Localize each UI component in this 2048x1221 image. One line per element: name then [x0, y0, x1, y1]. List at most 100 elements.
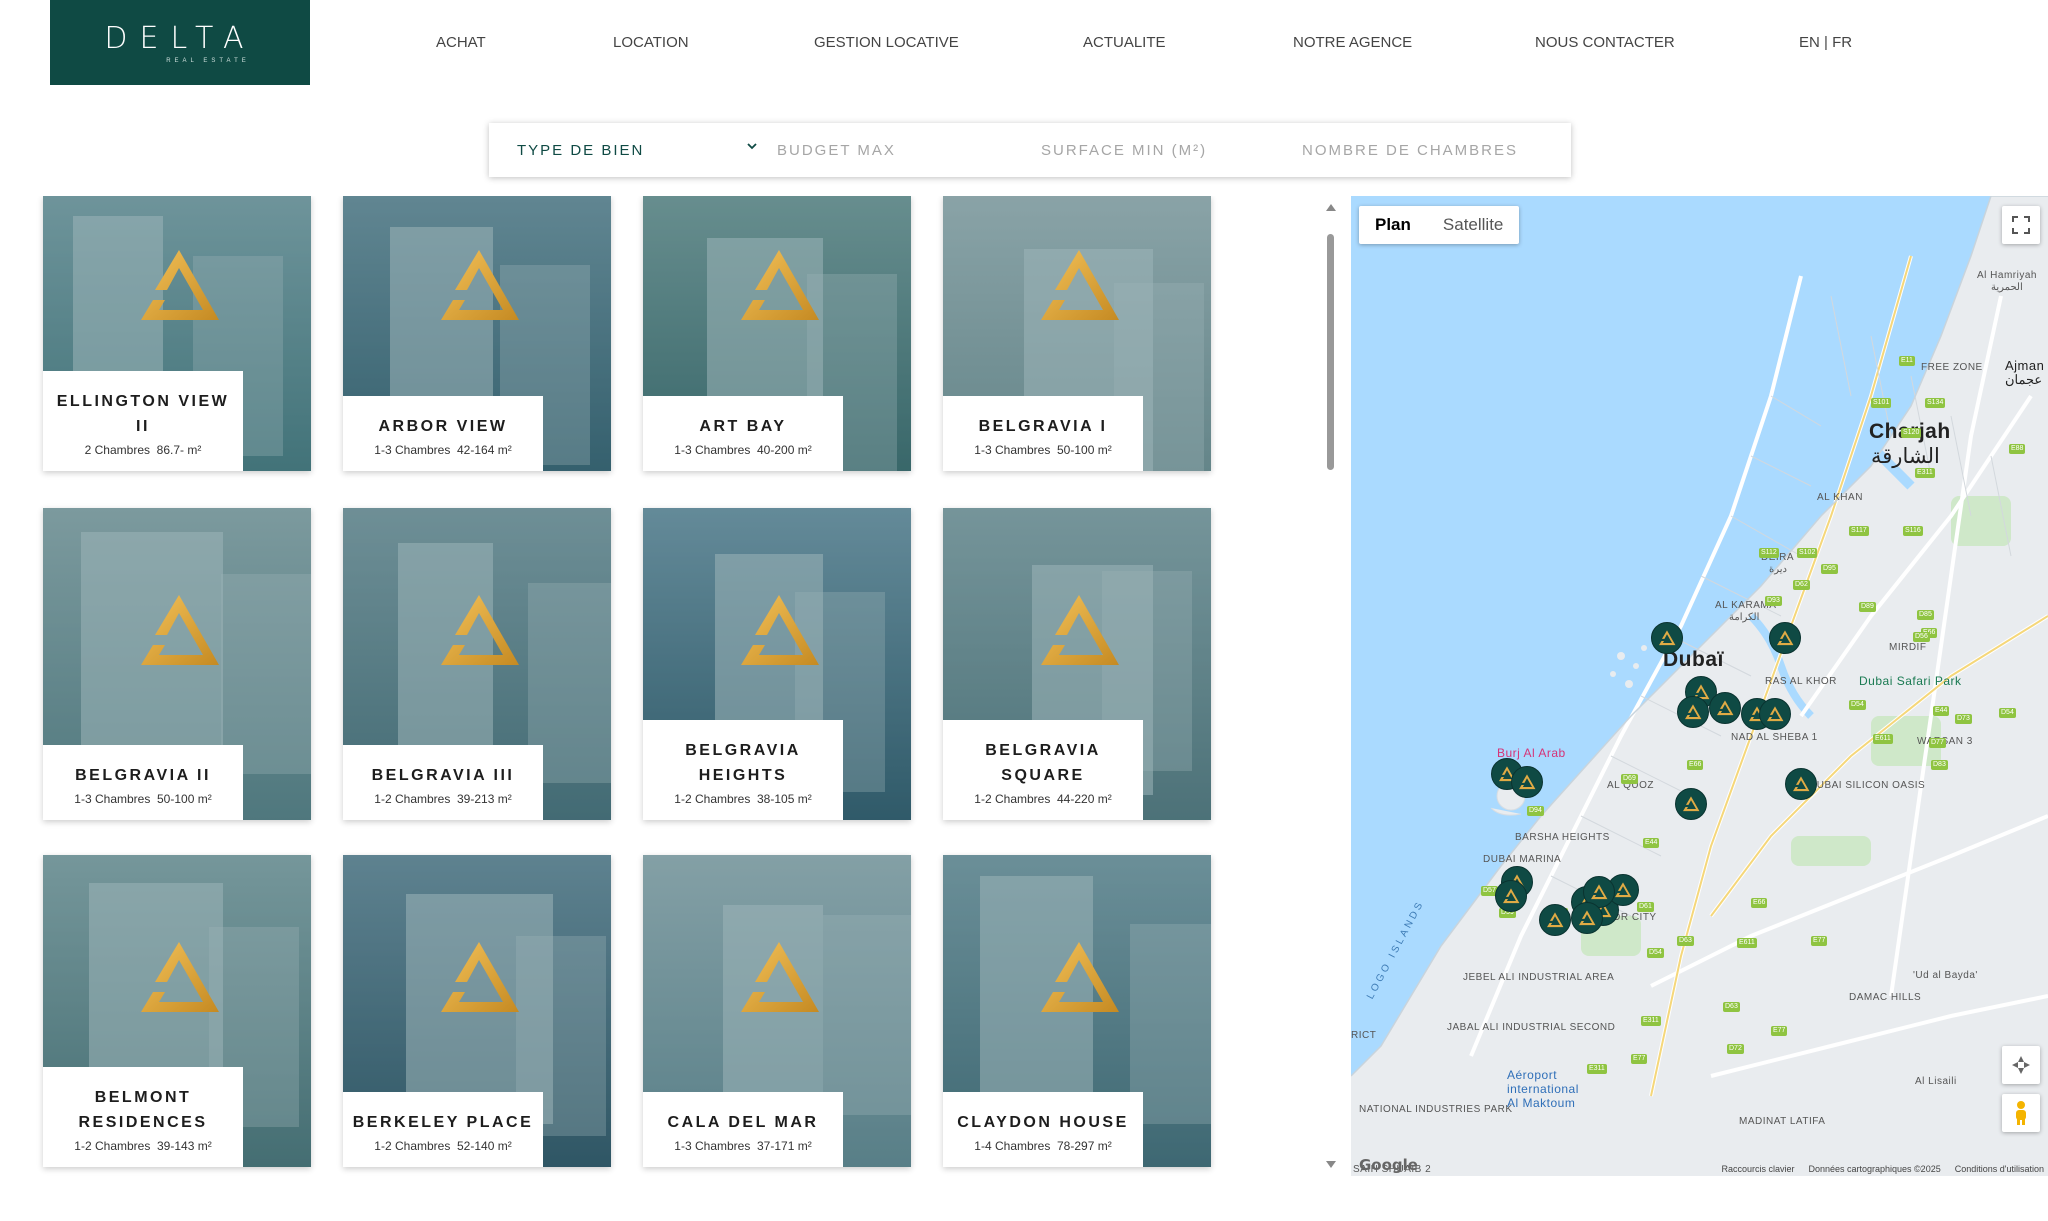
property-marker[interactable] [1785, 768, 1817, 800]
listing-card[interactable]: BELGRAVIA II 1-3 Chambres 50-100 m² [43, 508, 311, 820]
delta-logo-icon [141, 942, 219, 1012]
listing-card[interactable]: BELGRAVIA HEIGHTS 1-2 Chambres 38-105 m² [643, 508, 911, 820]
road-shield: E611 [1737, 938, 1757, 948]
road-shield: E77 [1771, 1026, 1788, 1036]
listing-card[interactable]: BERKELEY PLACE 1-2 Chambres 52-140 m² [343, 855, 611, 1167]
map-satellite-button[interactable]: Satellite [1427, 206, 1519, 244]
listing-area: 50-100 m² [157, 792, 212, 806]
road-shield: D61 [1637, 902, 1654, 912]
lang-fr[interactable]: FR [1832, 34, 1852, 51]
property-type-select[interactable]: TYPE DE BIEN [517, 123, 757, 177]
road-shield: D69 [1621, 774, 1638, 784]
listing-card[interactable]: ART BAY 1-3 Chambres 40-200 m² [643, 196, 911, 471]
property-marker[interactable] [1675, 788, 1707, 820]
listing-card[interactable]: CALA DEL MAR 1-3 Chambres 37-171 m² [643, 855, 911, 1167]
keyboard-shortcuts-link[interactable]: Raccourcis clavier [1721, 1164, 1794, 1174]
scroll-thumb[interactable] [1327, 234, 1334, 470]
search-bar: TYPE DE BIEN [489, 123, 1571, 177]
map-rotate-button[interactable] [2002, 1046, 2040, 1084]
delta-marker-icon [1777, 630, 1794, 646]
listing-rooms: 1-2 Chambres [374, 792, 451, 806]
property-marker[interactable] [1539, 904, 1571, 936]
listing-meta: 2 Chambres 86.7- m² [47, 443, 239, 457]
listing-scrollbar[interactable] [1322, 196, 1338, 1176]
map-label-safari-park: Dubai Safari Park [1859, 674, 1962, 688]
listing-card[interactable]: ELLINGTON VIEW II 2 Chambres 86.7- m² [43, 196, 311, 471]
map-label-sharjah-ar: الشارقة [1871, 445, 1940, 468]
map-label-jabal-ali-second: JABAL ALI INDUSTRIAL SECOND [1447, 1022, 1616, 1033]
map[interactable]: Plan Satellite Al Hamriyah الحمرية FREE … [1351, 196, 2048, 1176]
listing-label: BELGRAVIA III 1-2 Chambres 39-213 m² [343, 745, 543, 820]
nav-nous-contacter[interactable]: NOUS CONTACTER [1535, 34, 1675, 51]
road-shield: D94 [1527, 806, 1544, 816]
property-marker[interactable] [1709, 692, 1741, 724]
property-marker[interactable] [1511, 766, 1543, 798]
delta-marker-icon [1503, 888, 1520, 904]
fullscreen-button[interactable] [2002, 206, 2040, 244]
listing-meta: 1-4 Chambres 78-297 m² [947, 1139, 1139, 1153]
rooms-input[interactable] [1302, 141, 1542, 159]
road-shield: D93 [1765, 596, 1782, 606]
scroll-down-arrow-icon[interactable] [1326, 1161, 1336, 1168]
budget-input[interactable] [777, 141, 1017, 159]
map-label-al-khan: AL KHAN [1817, 492, 1863, 503]
listing-meta: 1-3 Chambres 40-200 m² [647, 443, 839, 457]
map-plan-button[interactable]: Plan [1359, 206, 1427, 244]
scroll-up-arrow-icon[interactable] [1326, 204, 1336, 211]
listing-label: ART BAY 1-3 Chambres 40-200 m² [643, 396, 843, 471]
road-shield: S102 [1797, 548, 1818, 558]
surface-input[interactable] [1041, 141, 1281, 159]
property-marker[interactable] [1677, 696, 1709, 728]
listing-area: 37-171 m² [757, 1139, 812, 1153]
road-shield: D77 [1929, 738, 1946, 748]
nav-achat[interactable]: ACHAT [436, 34, 486, 51]
road-shield: D62 [1793, 580, 1810, 590]
surface-field [1041, 123, 1281, 177]
listing-meta: 1-3 Chambres 42-164 m² [347, 443, 539, 457]
property-marker[interactable] [1651, 622, 1683, 654]
road-shield: E611 [1873, 734, 1893, 744]
listing-card[interactable]: BELGRAVIA SQUARE 1-2 Chambres 44-220 m² [943, 508, 1211, 820]
listing-card[interactable]: BELGRAVIA III 1-2 Chambres 39-213 m² [343, 508, 611, 820]
terms-link[interactable]: Conditions d'utilisation [1955, 1164, 2044, 1174]
delta-marker-icon [1683, 796, 1700, 812]
nav-notre-agence[interactable]: NOTRE AGENCE [1293, 34, 1412, 51]
logo-wordmark: DELTA [104, 21, 255, 56]
page: DELTA REAL ESTATE ACHAT LOCATION GESTION… [0, 0, 2048, 1221]
listing-area: 42-164 m² [457, 443, 512, 457]
property-marker[interactable] [1495, 880, 1527, 912]
delta-logo-icon [441, 250, 519, 320]
listing-label: BELGRAVIA II 1-3 Chambres 50-100 m² [43, 745, 243, 820]
road-shield: E66 [1751, 898, 1768, 908]
delta-marker-icon [1591, 884, 1608, 900]
nav-gestion-locative[interactable]: GESTION LOCATIVE [814, 34, 959, 51]
delta-marker-icon [1579, 910, 1596, 926]
property-marker[interactable] [1769, 622, 1801, 654]
nav-actualite[interactable]: ACTUALITE [1083, 34, 1166, 51]
listing-area: 78-297 m² [1057, 1139, 1112, 1153]
listing-card[interactable]: BELGRAVIA I 1-3 Chambres 50-100 m² [943, 196, 1211, 471]
listing-meta: 1-2 Chambres 39-213 m² [347, 792, 539, 806]
map-label-madinat-latifa: MADINAT LATIFA [1739, 1116, 1826, 1127]
delta-logo-icon [1041, 942, 1119, 1012]
listing-label: CALA DEL MAR 1-3 Chambres 37-171 m² [643, 1092, 843, 1167]
listing-card[interactable]: CLAYDON HOUSE 1-4 Chambres 78-297 m² [943, 855, 1211, 1167]
lang-en[interactable]: EN [1799, 34, 1820, 51]
listing-card[interactable]: BELMONT RESIDENCES 1-2 Chambres 39-143 m² [43, 855, 311, 1167]
listing-rooms: 1-4 Chambres [974, 1139, 1051, 1153]
logo[interactable]: DELTA REAL ESTATE [50, 0, 310, 85]
listing-label: ARBOR VIEW 1-3 Chambres 42-164 m² [343, 396, 543, 471]
listing-name: ELLINGTON VIEW II [56, 393, 230, 435]
budget-field [777, 123, 1017, 177]
property-marker[interactable] [1571, 902, 1603, 934]
property-marker[interactable] [1759, 698, 1791, 730]
nav-location[interactable]: LOCATION [613, 34, 689, 51]
google-logo[interactable]: Google [1359, 1156, 1418, 1174]
listing-card[interactable]: ARBOR VIEW 1-3 Chambres 42-164 m² [343, 196, 611, 471]
listing-rooms: 1-2 Chambres [74, 1139, 151, 1153]
delta-marker-icon [1615, 882, 1632, 898]
road-shield: S112 [1759, 548, 1779, 558]
map-label-dubai-silicon: DUBAI SILICON OASIS [1809, 780, 1926, 791]
delta-marker-icon [1767, 706, 1784, 722]
street-view-button[interactable] [2002, 1094, 2040, 1132]
